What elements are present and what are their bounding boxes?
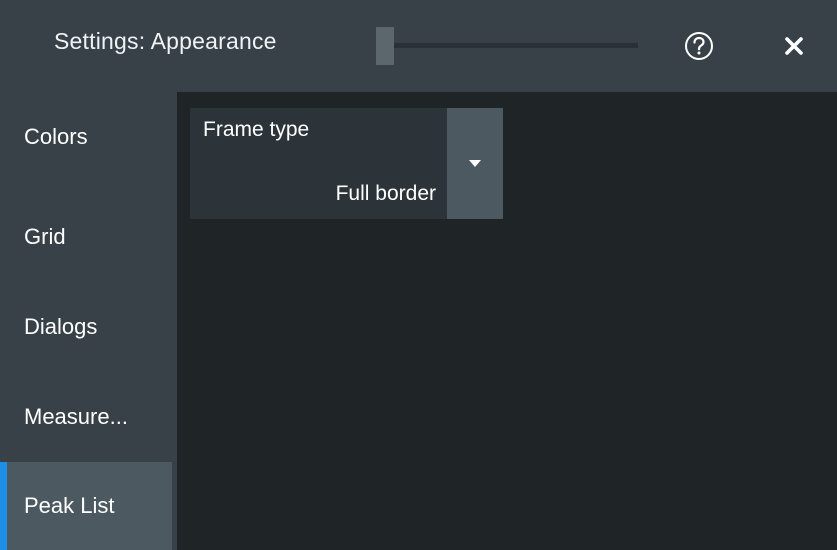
frame-type-dropdown-button[interactable] — [447, 108, 503, 219]
help-button[interactable] — [684, 31, 714, 61]
title-scroll-thumb[interactable] — [376, 27, 394, 65]
sidebar-item-label: Peak List — [24, 493, 115, 518]
frame-type-field[interactable]: Frame type Full border — [190, 108, 447, 219]
close-button[interactable] — [778, 30, 810, 62]
titlebar[interactable]: Settings: Appearance — [0, 0, 837, 92]
dialog-title: Settings: Appearance — [54, 28, 277, 54]
sidebar-item-dialogs[interactable]: Dialogs — [0, 282, 172, 372]
sidebar-item-colors[interactable]: Colors — [0, 92, 172, 182]
question-circle-icon — [685, 32, 713, 60]
settings-dialog: Settings: Appearance Colors Grid Dialogs… — [0, 0, 837, 550]
caret-down-icon — [469, 160, 481, 167]
sidebar-item-label: Measure... — [24, 404, 128, 429]
sidebar-item-measure[interactable]: Measure... — [0, 372, 172, 462]
frame-type-value: Full border — [335, 182, 436, 205]
sidebar-item-peak-list[interactable]: Peak List — [0, 462, 172, 550]
frame-type-select[interactable]: Frame type Full border — [190, 108, 503, 219]
sidebar-item-label: Dialogs — [24, 314, 98, 339]
title-scroll-track[interactable] — [376, 43, 638, 48]
close-x-icon — [785, 37, 803, 55]
sidebar-item-grid[interactable]: Grid — [0, 192, 172, 282]
frame-type-label: Frame type — [203, 118, 310, 141]
sidebar-item-label: Colors — [24, 124, 88, 149]
sidebar-item-label: Grid — [24, 224, 66, 249]
